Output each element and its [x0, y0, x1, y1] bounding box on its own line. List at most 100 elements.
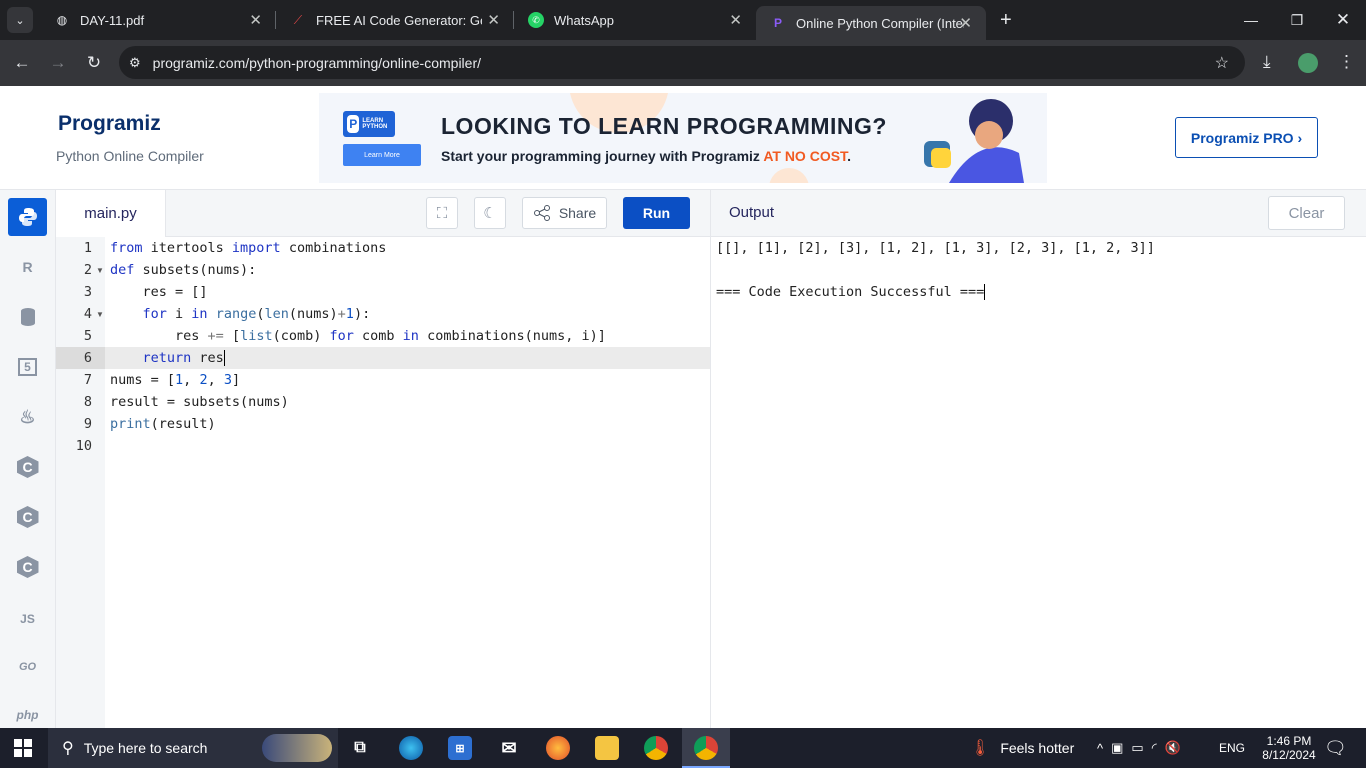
close-tab-icon[interactable]: ✕	[487, 11, 500, 29]
browser-tab-pdf[interactable]: ◍ DAY-11.pdf ✕	[40, 0, 276, 40]
sidebar-item-c[interactable]: C	[8, 448, 47, 486]
code-line-8[interactable]: result = subsets(nums)	[110, 391, 289, 413]
chevron-down-icon: ⌄	[15, 14, 25, 27]
code-line-1[interactable]: from itertools import combinations	[110, 237, 386, 259]
sidebar-item-java[interactable]: ♨	[8, 398, 47, 436]
download-icon[interactable]: ⤓	[1263, 52, 1271, 72]
output-line: === Code Execution Successful ===	[716, 284, 986, 300]
minimize-icon[interactable]: —	[1228, 0, 1274, 40]
html5-icon: 5	[18, 358, 37, 376]
back-icon[interactable]: ←	[4, 53, 40, 73]
line-gutter: 1 2 ▼ 3 4 ▼ 5 6 7 8 9 10	[56, 237, 105, 728]
search-icon: ⚲	[62, 740, 74, 757]
volume-mute-icon[interactable]: 🔇	[1165, 740, 1181, 756]
close-tab-icon[interactable]: ✕	[959, 14, 972, 32]
reload-icon[interactable]: ↻	[76, 53, 112, 73]
new-tab-button[interactable]: +	[1000, 9, 1012, 32]
programiz-logo[interactable]: Programiz	[58, 112, 161, 136]
chrome-icon[interactable]	[694, 736, 718, 760]
code-line-3[interactable]: res = []	[110, 281, 208, 303]
language-sidebar: R 5 ♨ C C C JS GO php	[0, 190, 56, 728]
fold-arrow-icon[interactable]: ▼	[96, 266, 104, 275]
fullscreen-icon: ⛶	[436, 204, 448, 222]
browser-tab-whatsapp[interactable]: ✆ WhatsApp ✕	[514, 0, 756, 40]
address-toolbar: ← → ↻ ⚙ programiz.com/python-programming…	[0, 40, 1366, 86]
clear-button[interactable]: Clear	[1268, 196, 1345, 230]
browser-tab-ai-code[interactable]: ⟋ FREE AI Code Generator: Generate ✕	[276, 0, 514, 40]
meet-icon[interactable]: ▣	[1111, 740, 1123, 756]
restore-icon[interactable]: ❐	[1274, 0, 1320, 40]
notifications-icon[interactable]: 🗨	[1324, 728, 1347, 768]
menu-kebab-icon[interactable]: ⋮	[1338, 52, 1355, 72]
learn-python-badge: P LEARN PYTHON	[343, 111, 395, 137]
code-line-4[interactable]: for i in range(len(nums)+1):	[110, 303, 371, 325]
ad-banner[interactable]: P LEARN PYTHON Learn More LOOKING TO LEAR…	[319, 93, 1047, 183]
edge-icon[interactable]	[399, 736, 423, 760]
php-icon: php	[16, 708, 39, 722]
bookmark-star-icon[interactable]: ☆	[1215, 53, 1229, 73]
line-number: 8	[83, 394, 92, 410]
thermometer-icon: 🌡	[970, 740, 991, 757]
tab-search-button[interactable]: ⌄	[7, 7, 33, 33]
file-tab-main[interactable]: main.py	[56, 190, 166, 237]
clock[interactable]: 1:46 PM 8/12/2024	[1254, 728, 1324, 768]
code-line-9[interactable]: print(result)	[110, 413, 216, 435]
taskbar-search[interactable]: ⚲ Type here to search	[48, 728, 338, 768]
browser-tab-programiz[interactable]: P Online Python Compiler (Interpreter) ✕	[756, 6, 986, 40]
sidebar-item-csharp[interactable]: C	[8, 548, 47, 586]
sidebar-item-r[interactable]: R	[8, 248, 47, 286]
sidebar-item-sql[interactable]	[8, 298, 47, 336]
task-view-icon[interactable]: ⧉	[348, 736, 372, 760]
whatsapp-icon: ✆	[528, 12, 544, 28]
sidebar-item-js[interactable]: JS	[8, 600, 47, 638]
windows-start-button[interactable]	[14, 739, 32, 757]
run-button[interactable]: Run	[623, 197, 690, 229]
output-toolbar: Output Clear	[711, 190, 1366, 237]
chrome-icon[interactable]	[644, 736, 668, 760]
code-line-7[interactable]: nums = [1, 2, 3]	[110, 369, 240, 391]
forward-icon[interactable]: →	[40, 53, 76, 73]
fullscreen-button[interactable]: ⛶	[426, 197, 458, 229]
system-tray[interactable]: ^ ▣ ▭ ◜ 🔇	[1097, 728, 1181, 768]
code-editor[interactable]: from itertools import combinations def s…	[105, 237, 710, 728]
close-window-icon[interactable]: ✕	[1320, 0, 1366, 40]
profile-avatar[interactable]	[1298, 53, 1318, 73]
sidebar-item-cpp[interactable]: C	[8, 498, 47, 536]
battery-icon[interactable]: ▭	[1131, 740, 1143, 756]
site-settings-icon[interactable]: ⚙	[129, 55, 141, 71]
fold-arrow-icon[interactable]: ▼	[96, 310, 104, 319]
browser-tab-bar: ⌄ ◍ DAY-11.pdf ✕ ⟋ FREE AI Code Generato…	[0, 0, 1366, 40]
compiler-subtitle: Python Online Compiler	[56, 148, 204, 164]
csharp-icon: C	[16, 556, 39, 578]
share-button[interactable]: Share	[522, 197, 607, 229]
firefox-icon[interactable]	[546, 736, 570, 760]
banner-headline: LOOKING TO LEARN PROGRAMMING?	[441, 113, 887, 139]
code-line-2[interactable]: def subsets(nums):	[110, 259, 256, 281]
go-icon: GO	[18, 661, 37, 673]
store-icon[interactable]: ⊞	[448, 736, 472, 760]
output-console[interactable]: [[], [1], [2], [3], [1, 2], [1, 3], [2, …	[711, 237, 1366, 728]
close-tab-icon[interactable]: ✕	[249, 11, 262, 29]
output-title: Output	[729, 204, 775, 221]
file-explorer-icon[interactable]	[595, 736, 619, 760]
globe-icon: ◍	[56, 13, 68, 27]
dark-mode-button[interactable]: ☾	[474, 197, 506, 229]
chevron-up-icon[interactable]: ^	[1097, 741, 1103, 756]
url-bar[interactable]: ⚙ programiz.com/python-programming/onlin…	[119, 46, 1245, 79]
sidebar-item-python[interactable]	[8, 198, 47, 236]
text-cursor	[984, 284, 986, 300]
code-line-6[interactable]: return res	[110, 347, 225, 369]
sidebar-item-go[interactable]: GO	[8, 648, 47, 686]
programiz-pro-button[interactable]: Programiz PRO ›	[1175, 117, 1318, 158]
learn-more-button[interactable]: Learn More	[343, 144, 421, 166]
sidebar-item-html[interactable]: 5	[8, 348, 47, 386]
close-tab-icon[interactable]: ✕	[729, 11, 742, 29]
weather-widget[interactable]: 🌡 Feels hotter	[970, 728, 1074, 768]
code-line-5[interactable]: res += [list(comb) for comb in combinati…	[110, 325, 606, 347]
language-indicator[interactable]: ENG	[1219, 728, 1245, 768]
url-text[interactable]: programiz.com/python-programming/online-…	[153, 55, 481, 71]
wifi-icon[interactable]: ◜	[1152, 740, 1157, 756]
mail-icon[interactable]: ✉	[497, 736, 521, 760]
programiz-icon: P	[347, 115, 360, 133]
java-icon: ♨	[19, 406, 36, 427]
